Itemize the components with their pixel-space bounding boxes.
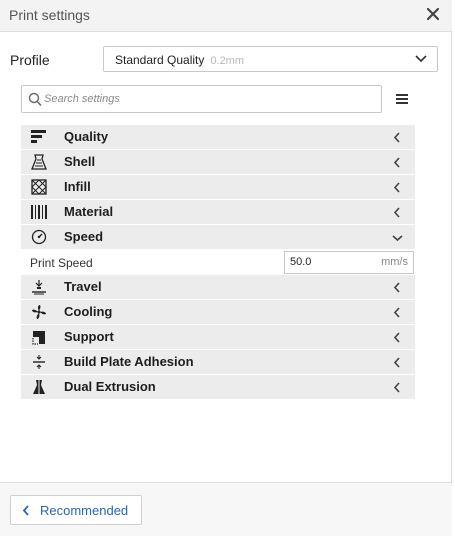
chevron-left-icon	[393, 282, 400, 293]
adhesion-icon	[33, 355, 45, 369]
chevron-down-icon	[392, 235, 403, 242]
category-infill[interactable]: Infill	[21, 175, 415, 199]
category-speed[interactable]: Speed	[21, 225, 415, 249]
close-icon[interactable]	[424, 5, 442, 23]
setting-print-speed: Print Speed 50.0 mm/s	[21, 250, 415, 275]
chevron-left-icon	[393, 357, 400, 368]
category-label: Build Plate Adhesion	[64, 354, 194, 369]
category-build-plate-adhesion[interactable]: Build Plate Adhesion	[21, 350, 415, 374]
recommended-button[interactable]: Recommended	[10, 495, 142, 525]
category-label: Dual Extrusion	[64, 379, 156, 394]
cooling-icon	[32, 305, 46, 319]
chevron-left-icon	[22, 505, 29, 516]
profile-label: Profile	[10, 52, 50, 68]
profile-dropdown[interactable]: Standard Quality 0.2mm	[103, 46, 438, 72]
panel-title: Print settings	[9, 7, 90, 23]
infill-icon	[31, 179, 47, 195]
speed-icon	[31, 229, 47, 245]
material-icon	[31, 205, 47, 219]
chevron-left-icon	[393, 307, 400, 318]
setting-unit: mm/s	[381, 256, 408, 268]
setting-label: Print Speed	[30, 256, 93, 270]
category-shell[interactable]: Shell	[21, 150, 415, 174]
chevron-left-icon	[393, 182, 400, 193]
chevron-left-icon	[393, 157, 400, 168]
category-label: Quality	[64, 129, 109, 144]
settings-menu-icon[interactable]	[396, 94, 408, 104]
dual-extrusion-icon	[33, 380, 45, 394]
search-settings-field[interactable]	[21, 85, 382, 113]
panel-footer: Recommended	[0, 482, 452, 536]
setting-value: 50.0	[290, 256, 312, 268]
chevron-left-icon	[393, 207, 400, 218]
category-label: Cooling	[64, 304, 113, 319]
category-label: Infill	[64, 179, 91, 194]
category-label: Shell	[64, 154, 96, 169]
chevron-left-icon	[393, 382, 400, 393]
search-input[interactable]	[44, 90, 374, 108]
profile-name: Standard Quality 0.2mm	[115, 53, 245, 67]
category-quality[interactable]: Quality	[21, 125, 415, 149]
category-dual-extrusion[interactable]: Dual Extrusion	[21, 375, 415, 399]
recommended-label: Recommended	[40, 503, 129, 518]
category-cooling[interactable]: Cooling	[21, 300, 415, 324]
category-label: Speed	[64, 229, 104, 244]
chevron-left-icon	[393, 332, 400, 343]
chevron-down-icon	[415, 55, 427, 63]
category-material[interactable]: Material	[21, 200, 415, 224]
shell-icon	[31, 154, 47, 170]
category-label: Travel	[64, 279, 102, 294]
quality-icon	[31, 130, 46, 143]
category-label: Support	[64, 329, 114, 344]
profile-layer-height: 0.2mm	[210, 55, 245, 67]
support-icon	[32, 331, 45, 345]
category-support[interactable]: Support	[21, 325, 415, 349]
search-icon	[28, 92, 42, 107]
chevron-left-icon	[393, 132, 400, 143]
print-speed-input[interactable]: 50.0 mm/s	[284, 251, 414, 274]
category-label: Material	[64, 204, 114, 219]
print-settings-panel: Print settings Profile Standard Quality 0…	[0, 0, 452, 536]
panel-header: Print settings	[0, 0, 452, 32]
category-travel[interactable]: Travel	[21, 275, 415, 299]
travel-icon	[32, 280, 46, 295]
